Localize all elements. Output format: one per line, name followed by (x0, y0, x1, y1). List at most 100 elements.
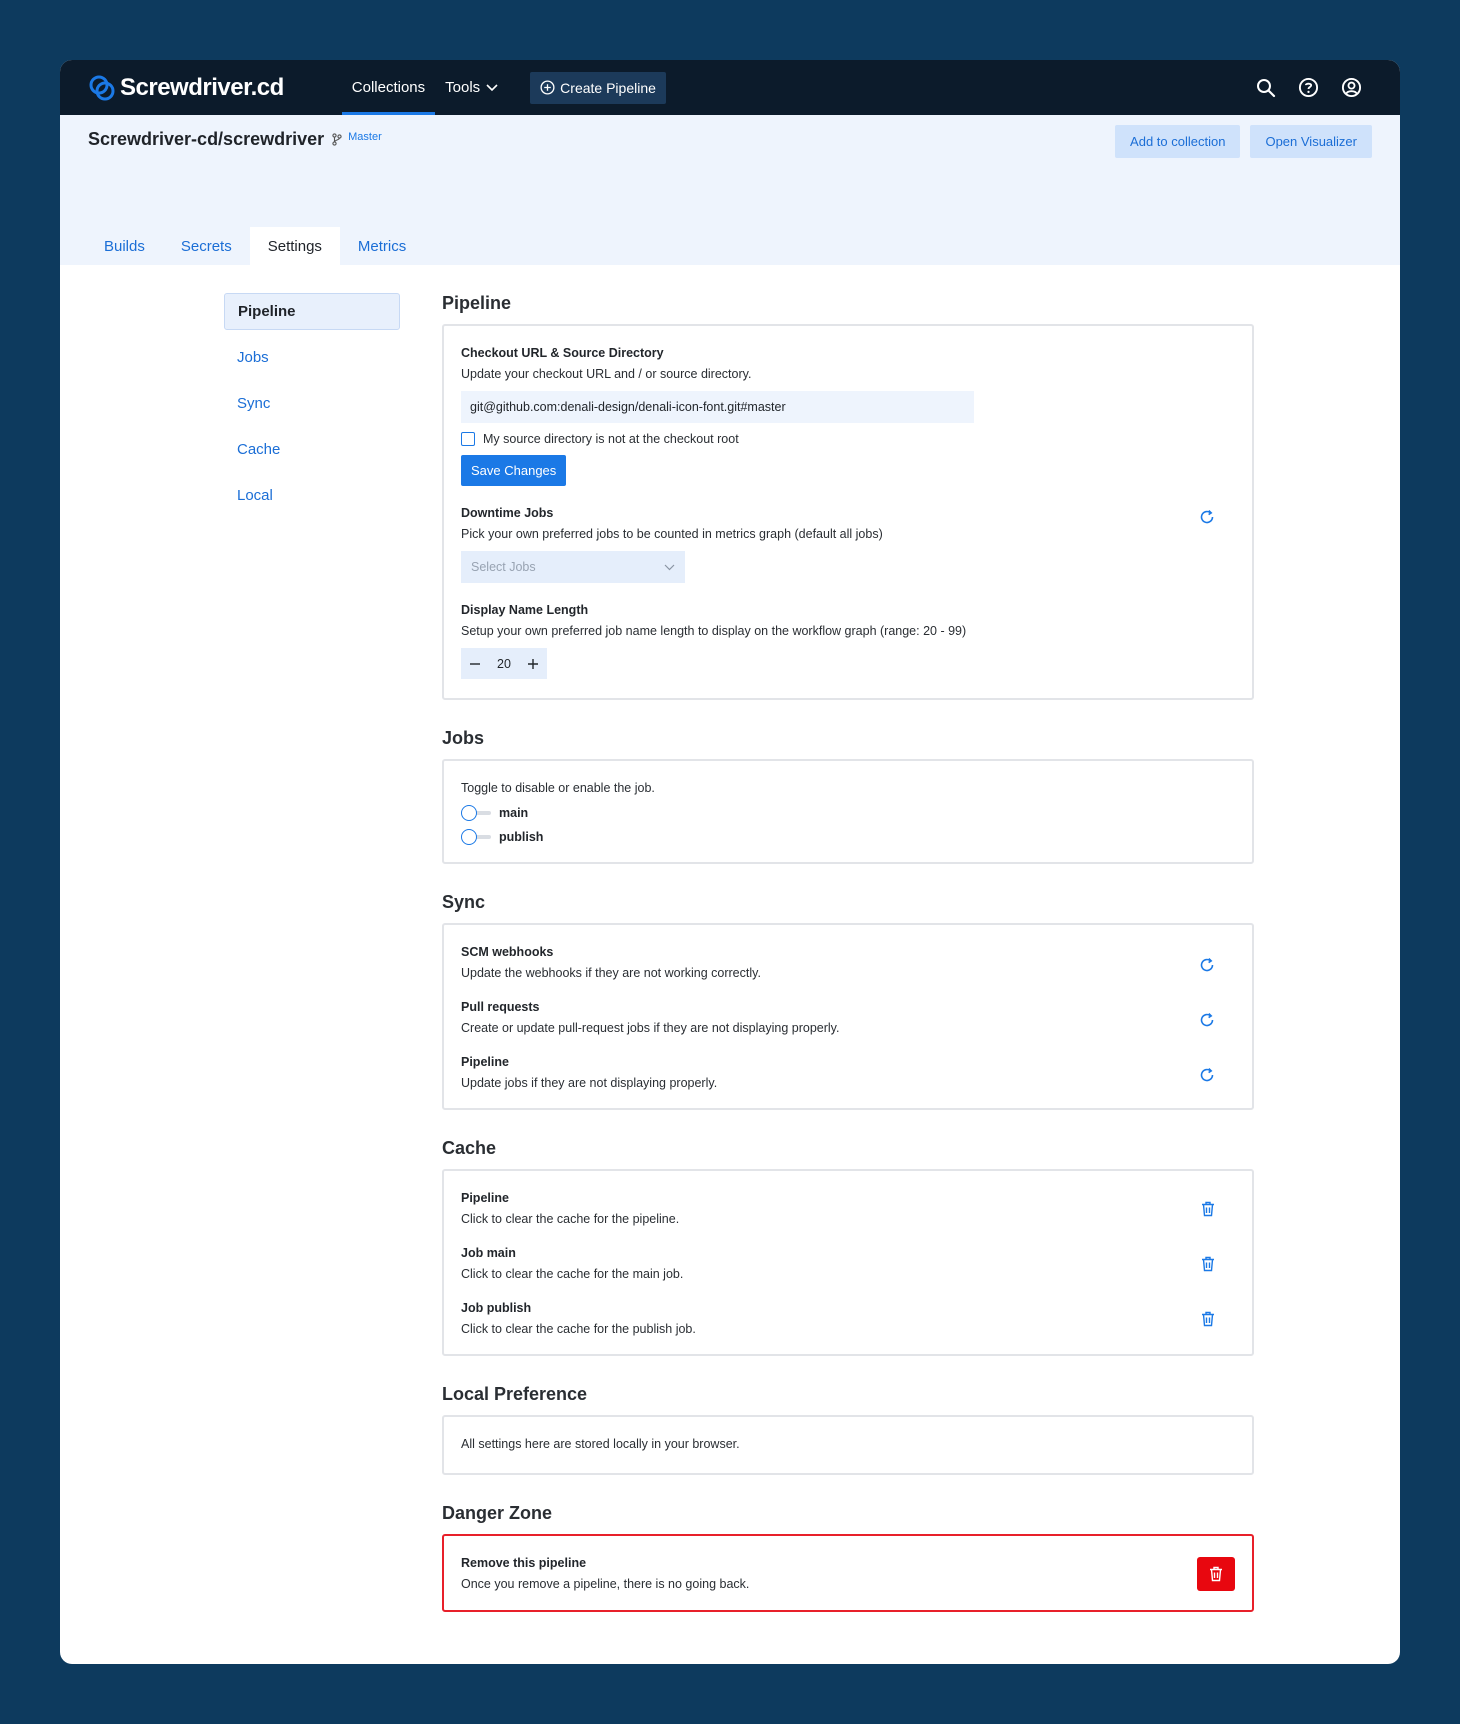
sync-item-desc: Create or update pull-request jobs if th… (461, 1021, 840, 1035)
sync-item-scm-webhooks: SCM webhooks Update the webhooks if they… (461, 945, 1235, 980)
refresh-icon[interactable] (1199, 957, 1215, 973)
section-title-sync: Sync (442, 892, 486, 912)
job-toggle-row: main (461, 805, 1235, 821)
top-nav: Screwdriver.cd Collections Tools Create … (60, 60, 1400, 115)
branch-icon (332, 133, 342, 146)
tab-metrics[interactable]: Metrics (340, 227, 424, 265)
pipeline-card: Checkout URL & Source Directory Update y… (442, 324, 1254, 700)
search-icon[interactable] (1256, 78, 1276, 98)
section-title-cache: Cache (442, 1138, 497, 1158)
settings-content: Pipeline Checkout URL & Source Directory… (442, 293, 1254, 1640)
remove-pipeline-label: Remove this pipeline (461, 1556, 587, 1570)
name-length-value[interactable]: 20 (497, 657, 511, 671)
trash-icon[interactable] (1201, 1311, 1215, 1327)
jobs-card: Toggle to disable or enable the job. mai… (442, 759, 1254, 864)
nav-collections-label: Collections (351, 79, 426, 96)
section-title-pipeline: Pipeline (442, 293, 512, 313)
section-title-danger: Danger Zone (442, 1503, 553, 1523)
sidebar-item-local[interactable]: Local (224, 477, 400, 514)
screwdriver-logo-icon (89, 75, 115, 100)
app-window: Screwdriver.cd Collections Tools Create … (60, 60, 1400, 1664)
repo-name[interactable]: Screwdriver-cd/screwdriver (88, 129, 324, 150)
branch-name[interactable]: Master (348, 131, 382, 143)
sync-item-pipeline: Pipeline Update jobs if they are not dis… (461, 1055, 1235, 1090)
nav-tools[interactable]: Tools (435, 60, 508, 115)
sidebar-item-cache[interactable]: Cache (224, 431, 400, 468)
cache-item-job-publish: Job publish Click to clear the cache for… (461, 1301, 1235, 1336)
create-pipeline-button[interactable]: Create Pipeline (530, 71, 666, 104)
chevron-down-icon (486, 83, 498, 91)
cache-item-label: Pipeline (461, 1191, 509, 1205)
cache-item-pipeline: Pipeline Click to clear the cache for th… (461, 1191, 1235, 1226)
select-jobs-dropdown[interactable]: Select Jobs (461, 551, 685, 583)
display-length-desc: Setup your own preferred job name length… (461, 624, 967, 638)
jobs-desc: Toggle to disable or enable the job. (461, 781, 655, 795)
refresh-icon[interactable] (1199, 1067, 1215, 1083)
minus-icon[interactable] (469, 658, 481, 670)
sync-card: SCM webhooks Update the webhooks if they… (442, 923, 1254, 1110)
sidebar-item-pipeline[interactable]: Pipeline (224, 293, 400, 330)
cache-item-desc: Click to clear the cache for the publish… (461, 1322, 696, 1336)
section-title-local: Local Preference (442, 1384, 588, 1404)
refresh-icon[interactable] (1199, 1012, 1215, 1028)
trash-icon (1210, 1566, 1222, 1582)
sidebar-item-sync[interactable]: Sync (224, 385, 400, 422)
cache-item-label: Job main (461, 1246, 516, 1260)
source-dir-checkbox-label: My source directory is not at the checko… (483, 432, 739, 446)
checkout-label: Checkout URL & Source Directory (461, 346, 664, 360)
create-pipeline-label: Create Pipeline (560, 79, 656, 96)
nav-tools-label: Tools (445, 79, 481, 96)
tab-settings[interactable]: Settings (249, 227, 340, 265)
settings-sidenav: Pipeline Jobs Sync Cache Local (224, 293, 400, 523)
sync-item-label: SCM webhooks (461, 945, 554, 959)
downtime-desc: Pick your own preferred jobs to be count… (461, 527, 883, 541)
remove-pipeline-desc: Once you remove a pipeline, there is no … (461, 1577, 750, 1591)
sync-item-label: Pipeline (461, 1055, 509, 1069)
plus-circle-icon (540, 80, 555, 95)
cache-item-desc: Click to clear the cache for the main jo… (461, 1267, 684, 1281)
local-desc: All settings here are stored locally in … (461, 1437, 740, 1451)
refresh-icon[interactable] (1199, 509, 1215, 525)
danger-card: Remove this pipeline Once you remove a p… (442, 1534, 1254, 1612)
sync-item-desc: Update jobs if they are not displaying p… (461, 1076, 718, 1090)
display-name-length: Display Name Length Setup your own prefe… (461, 603, 1235, 679)
sync-item-pull-requests: Pull requests Create or update pull-requ… (461, 1000, 1235, 1035)
help-icon[interactable] (1298, 77, 1319, 98)
trash-icon[interactable] (1201, 1256, 1215, 1272)
job-toggle-publish[interactable] (461, 829, 491, 845)
source-dir-checkbox-row[interactable]: My source directory is not at the checko… (461, 432, 1235, 446)
sidebar-item-jobs[interactable]: Jobs (224, 339, 400, 376)
job-name: publish (499, 830, 544, 844)
cache-item-job-main: Job main Click to clear the cache for th… (461, 1246, 1235, 1281)
name-length-stepper: 20 (461, 648, 547, 679)
source-dir-checkbox[interactable] (461, 432, 475, 446)
cache-card: Pipeline Click to clear the cache for th… (442, 1169, 1254, 1356)
sync-item-label: Pull requests (461, 1000, 540, 1014)
save-changes-button[interactable]: Save Changes (461, 455, 567, 486)
sync-item-desc: Update the webhooks if they are not work… (461, 966, 761, 980)
job-name: main (499, 806, 529, 820)
add-to-collection-button[interactable]: Add to collection (1115, 125, 1241, 158)
local-card: All settings here are stored locally in … (442, 1415, 1254, 1475)
user-profile-icon[interactable] (1341, 77, 1362, 98)
pipeline-header: Screwdriver-cd/screwdriver Master Add to… (60, 115, 1400, 265)
checkout-desc: Update your checkout URL and / or source… (461, 367, 752, 381)
nav-collections[interactable]: Collections (341, 60, 436, 115)
chevron-down-icon (664, 564, 675, 570)
plus-icon[interactable] (527, 658, 539, 670)
checkout-url-input[interactable]: git@github.com:denali-design/denali-icon… (461, 391, 974, 423)
tab-secrets[interactable]: Secrets (163, 227, 250, 265)
downtime-label: Downtime Jobs (461, 506, 554, 520)
remove-pipeline-button[interactable] (1197, 1557, 1235, 1591)
brand-name: Screwdriver.cd (120, 73, 284, 101)
section-title-jobs: Jobs (442, 728, 485, 748)
tab-builds[interactable]: Builds (86, 227, 163, 265)
select-jobs-placeholder: Select Jobs (471, 560, 536, 574)
job-toggle-row: publish (461, 829, 1235, 845)
job-toggle-main[interactable] (461, 805, 491, 821)
brand-logo[interactable]: Screwdriver.cd (88, 74, 284, 102)
cache-item-label: Job publish (461, 1301, 532, 1315)
cache-item-desc: Click to clear the cache for the pipelin… (461, 1212, 680, 1226)
trash-icon[interactable] (1201, 1201, 1215, 1217)
open-visualizer-button[interactable]: Open Visualizer (1250, 125, 1372, 158)
